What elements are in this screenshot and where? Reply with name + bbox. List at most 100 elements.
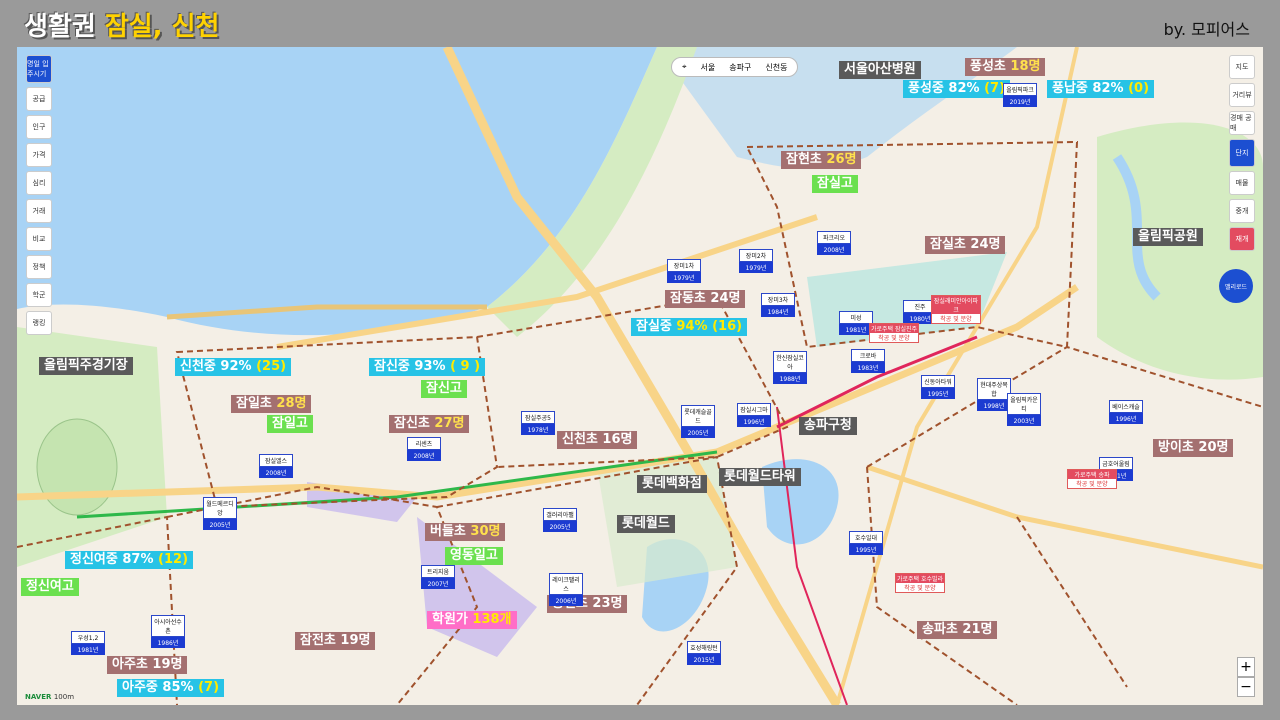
high-school-label: 잠신고	[421, 380, 467, 398]
toolbar-ranking-button[interactable]: 랭킹	[26, 311, 52, 335]
marker-text: 87%	[122, 552, 154, 567]
marker-text: 1981년	[839, 324, 873, 335]
map-button[interactable]: 지도	[1229, 55, 1255, 79]
marker-text: 2008년	[817, 244, 851, 255]
elementary-label: 잠현초 26명	[781, 151, 862, 169]
elementary-label: 잠동초 24명	[665, 290, 746, 308]
marker-text: 잠실래미안아이파크	[932, 296, 980, 314]
listing-button[interactable]: 매물	[1229, 171, 1255, 195]
marker-text: 송파초	[922, 622, 958, 637]
marker-text: 크로바	[851, 349, 885, 362]
toolbar-sentiment-button[interactable]: 심리	[26, 171, 52, 195]
elementary-label: 잠전초 19명	[295, 632, 376, 650]
marker-text: 풍성중	[908, 81, 944, 96]
marker-text: 24명	[970, 237, 1001, 252]
toolbar-population-button[interactable]: 인구	[26, 115, 52, 139]
redevelop-button[interactable]: 재개	[1229, 227, 1255, 251]
marker-text: 92%	[220, 359, 252, 374]
apartment-marker: 잠실엘스 2008년	[259, 454, 293, 478]
marker-text: 잠동초	[670, 291, 706, 306]
high-school-label: 정신여고	[21, 578, 79, 596]
crosshair-icon[interactable]: ⌖	[682, 62, 687, 72]
apartment-marker: 크로바 1983년	[851, 349, 885, 373]
marker-text: 잠일초	[236, 396, 272, 411]
toolbar-school-button[interactable]: 학군	[26, 283, 52, 307]
marker-text: 트리지움	[421, 565, 455, 578]
toolbar-supply-button[interactable]: 공급	[26, 87, 52, 111]
marker-text: 82%	[948, 81, 980, 96]
zoom-out-button[interactable]: −	[1237, 677, 1255, 697]
apartment-marker: 갤러리아팰 2005년	[543, 508, 577, 532]
middle-school-label: 잠신중 93% ( 9 )	[369, 358, 486, 376]
middle-school-label: 잠실중 94% (16)	[631, 318, 748, 336]
marker-text: 24명	[710, 291, 741, 306]
marker-text: 2015년	[687, 654, 721, 665]
marker-text: 올림픽파크	[1003, 83, 1037, 96]
marker-text: 월드메르디앙	[203, 497, 237, 519]
marker-text: 신천중	[180, 359, 216, 374]
sale-marker: 가로주택 호수빌라 착공 및 분양	[895, 573, 945, 593]
marker-text: 방이초	[1158, 440, 1194, 455]
marker-text: 94%	[676, 319, 708, 334]
region-district[interactable]: 송파구	[729, 62, 751, 73]
marker-text: 잠전초	[300, 633, 336, 648]
apartment-marker: 리센츠 2008년	[407, 437, 441, 461]
marker-text: 현대주상복합	[977, 378, 1011, 400]
streetview-button[interactable]: 거리뷰	[1229, 83, 1255, 107]
region-city[interactable]: 서울	[701, 62, 716, 73]
map-canvas[interactable]: 명일 입주시기 공급 인구 가격 심리 거래 비교 정책 학군 랭킹 지도 거리…	[17, 47, 1263, 705]
marker-text: 우성1,2	[71, 631, 105, 644]
apartment-marker: 미성 1981년	[839, 311, 873, 335]
complex-button[interactable]: 단지	[1229, 139, 1255, 167]
toolbar-policy-button[interactable]: 정책	[26, 255, 52, 279]
zoom-in-button[interactable]: +	[1237, 657, 1255, 677]
marker-text: 정신여중	[70, 552, 118, 567]
elementary-label: 잠실초 24명	[925, 236, 1006, 254]
landmark-label: 롯데월드	[617, 515, 675, 533]
apartment-marker: 파크리오 2008년	[817, 231, 851, 255]
marker-text: 20명	[1198, 440, 1229, 455]
marker-text: 1979년	[667, 272, 701, 283]
toolbar-compare-button[interactable]: 비교	[26, 227, 52, 251]
marker-text: 1998년	[977, 400, 1011, 411]
map-base	[17, 47, 1263, 705]
elementary-label: 잠신초 27명	[389, 415, 470, 433]
marker-text: 21명	[962, 622, 993, 637]
marker-text: 2008년	[407, 450, 441, 461]
sale-marker: 가로주택 잠실진주 착공 및 분양	[869, 323, 919, 343]
float-badge[interactable]: 밸리로드	[1219, 269, 1253, 303]
elementary-label: 잠일초 28명	[231, 395, 312, 413]
marker-text: 가로주택 호수빌라	[896, 574, 944, 583]
broker-button[interactable]: 중개	[1229, 199, 1255, 223]
marker-text: 2005년	[203, 519, 237, 530]
apartment-marker: 트리지움 2007년	[421, 565, 455, 589]
region-dong[interactable]: 신천동	[765, 62, 787, 73]
marker-text: 1979년	[739, 262, 773, 273]
apartment-marker: 장미3차 1984년	[761, 293, 795, 317]
toolbar-trade-button[interactable]: 거래	[26, 199, 52, 223]
right-toolbar: 지도 거리뷰 경매 공매 단지 매물 중개 재개	[1229, 55, 1255, 251]
auction-button[interactable]: 경매 공매	[1229, 111, 1255, 135]
middle-school-label: 아주중 85% (7)	[117, 679, 225, 697]
apartment-marker: 우성1,2 1981년	[71, 631, 105, 655]
marker-text: 착공 및 분양	[1076, 481, 1108, 488]
apartment-marker: 월드메르디앙 2005년	[203, 497, 237, 530]
apartment-marker: 레이크팰리스 2006년	[549, 573, 583, 606]
toolbar-price-button[interactable]: 가격	[26, 143, 52, 167]
naver-logo: NAVER 100m	[25, 693, 75, 701]
middle-school-label: 풍납중 82% (0)	[1047, 80, 1155, 98]
marker-text: 82%	[1092, 81, 1124, 96]
apartment-marker: 현대주상복합 1998년	[977, 378, 1011, 411]
apartment-marker: 잠실시그마 1996년	[737, 403, 771, 427]
marker-text: 1996년	[1109, 413, 1143, 424]
apartment-marker: 장미2차 1979년	[739, 249, 773, 273]
byline: by. 모피어스	[1163, 20, 1250, 39]
marker-text: 23명	[592, 596, 623, 611]
marker-text: 학원가	[432, 612, 468, 627]
marker-text: 2007년	[421, 578, 455, 589]
middle-school-label: 정신여중 87% (12)	[65, 551, 194, 569]
toolbar-top-button[interactable]: 명일 입주시기	[26, 55, 52, 83]
marker-text: 27명	[434, 416, 465, 431]
marker-text: 93%	[414, 359, 446, 374]
marker-text: 장미2차	[739, 249, 773, 262]
